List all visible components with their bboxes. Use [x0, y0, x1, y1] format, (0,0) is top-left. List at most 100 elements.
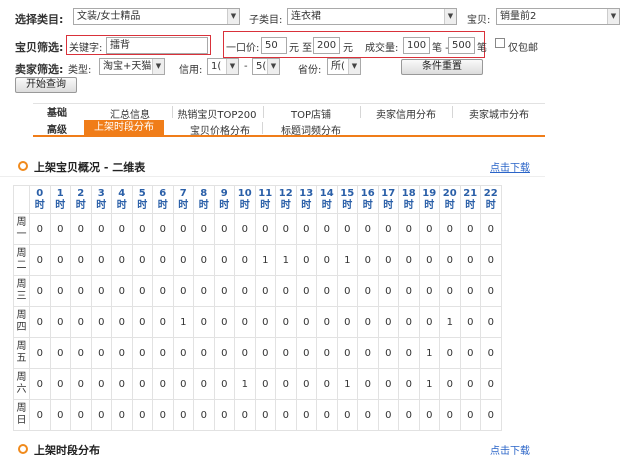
hour-number: 15	[340, 187, 355, 199]
hour-suffix: 时	[485, 199, 496, 211]
volume-to-label: 笔 -	[432, 43, 449, 54]
day-label: 周日	[13, 399, 30, 431]
table-cell: 0	[398, 244, 420, 276]
table-cell: 0	[234, 337, 256, 369]
credit-min-select[interactable]: 1( ▼	[207, 58, 239, 75]
tab-seller-credit[interactable]: 卖家信用分布	[362, 106, 450, 121]
table-cell: 0	[418, 213, 440, 245]
download-link[interactable]: 点击下载	[490, 442, 530, 455]
section-listing-table-header: 上架宝贝概况 - 二维表 点击下载	[0, 157, 545, 177]
tab-row-advanced-header: 高级	[47, 125, 67, 136]
hour-header: 15 时	[336, 185, 358, 214]
tab-summary[interactable]: 汇总信息	[90, 106, 170, 121]
table-cell: 0	[90, 368, 112, 400]
table-cell: 0	[111, 337, 133, 369]
day-label: 周二	[13, 244, 30, 276]
hour-suffix: 时	[280, 199, 291, 211]
table-cell: 0	[152, 368, 174, 400]
table-cell: 0	[152, 306, 174, 338]
item-label: 宝贝:	[467, 15, 491, 26]
price-max-value: 200	[317, 40, 337, 51]
table-cell: 0	[152, 213, 174, 245]
price-to-label: 元 至	[289, 43, 313, 54]
table-cell: 1	[418, 337, 440, 369]
volume-min-value: 100	[407, 40, 427, 51]
type-label: 类型:	[68, 65, 92, 76]
query-button[interactable]: 开始查询	[15, 77, 77, 93]
item-select[interactable]: 销量前2 ▼	[496, 8, 620, 25]
keyword-input[interactable]: 擂背	[106, 37, 208, 54]
table-cell: 1	[234, 368, 256, 400]
table-cell: 0	[459, 337, 481, 369]
table-cell: 0	[111, 275, 133, 307]
table-cell: 0	[418, 306, 440, 338]
province-select[interactable]: 所( ▼	[327, 58, 361, 75]
table-cell: 0	[439, 368, 461, 400]
table-cell: 0	[70, 306, 92, 338]
volume-min-input[interactable]: 100	[403, 37, 430, 54]
table-cell: 1	[439, 306, 461, 338]
hour-suffix: 时	[239, 199, 250, 211]
seller-filter-label: 卖家筛选:	[15, 63, 64, 76]
hour-number: 16	[360, 187, 375, 199]
table-row: 周二 0 0 0 0 0 0 0 0 0 0 0 1 1 0 0 1 0 0 0 0 0 0 0	[13, 244, 502, 276]
free-ship-checkbox[interactable]	[495, 38, 505, 48]
hour-suffix: 时	[260, 199, 271, 211]
price-unit-label: 元	[343, 43, 353, 54]
table-cell: 0	[398, 213, 420, 245]
hour-suffix: 时	[362, 199, 373, 211]
tab-hot-items[interactable]: 热销宝贝TOP200	[174, 106, 260, 121]
tab-top-shops[interactable]: TOP店铺	[265, 106, 357, 121]
item-value: 销量前2	[500, 11, 537, 22]
table-cell: 0	[418, 275, 440, 307]
table-cell: 0	[295, 399, 317, 431]
table-cell: 0	[193, 244, 215, 276]
hour-suffix: 时	[465, 199, 476, 211]
table-cell: 0	[357, 213, 379, 245]
table-cell: 0	[459, 399, 481, 431]
table-cell: 0	[418, 244, 440, 276]
tab-seller-city[interactable]: 卖家城市分布	[455, 106, 543, 121]
hour-suffix: 时	[96, 199, 107, 211]
download-link[interactable]: 点击下载	[490, 159, 530, 174]
table-cell: 0	[49, 306, 71, 338]
table-cell: 0	[439, 213, 461, 245]
hour-number: 17	[381, 187, 396, 199]
credit-max-value: 5(	[256, 61, 267, 72]
table-cell: 0	[439, 275, 461, 307]
tab-separator	[360, 106, 361, 118]
table-cell: 0	[111, 399, 133, 431]
volume-max-input[interactable]: 500	[448, 37, 475, 54]
section-listing-table-title: 上架宝贝概况 - 二维表	[34, 161, 146, 174]
table-cell: 0	[275, 213, 297, 245]
price-min-input[interactable]: 50	[261, 37, 287, 54]
table-cell: 0	[377, 368, 399, 400]
price-max-input[interactable]: 200	[313, 37, 340, 54]
hour-suffix: 时	[301, 199, 312, 211]
reset-button[interactable]: 条件重置	[401, 59, 483, 75]
subcategory-select[interactable]: 连衣裙 ▼	[287, 8, 457, 25]
hour-header: 13 时	[295, 185, 317, 214]
table-cell: 0	[131, 337, 153, 369]
hour-number: 14	[319, 187, 334, 199]
hour-suffix: 时	[198, 199, 209, 211]
table-row: 周一 0 0 0 0 0 0 0 0 0 0 0 0 0 0 0 0 0 0 0 0 0 0 0	[13, 213, 502, 245]
table-cell: 0	[152, 337, 174, 369]
table-cell: 0	[439, 399, 461, 431]
category-select[interactable]: 文装/女士精品 ▼	[73, 8, 240, 25]
table-cell: 0	[316, 306, 338, 338]
credit-max-select[interactable]: 5( ▼	[252, 58, 280, 75]
table-cell: 0	[111, 213, 133, 245]
hour-number: 11	[258, 187, 273, 199]
table-cell: 0	[459, 275, 481, 307]
type-select[interactable]: 淘宝+天猫 ▼	[99, 58, 165, 75]
table-cell: 0	[480, 399, 502, 431]
tab-listing-time[interactable]: 上架时段分布	[84, 120, 164, 135]
hour-suffix: 时	[383, 199, 394, 211]
table-row: 周五 0 0 0 0 0 0 0 0 0 0 0 0 0 0 0 0 0 0 0 1 0 0 0	[13, 337, 502, 369]
table-cell: 1	[172, 306, 194, 338]
table-cell: 0	[49, 244, 71, 276]
table-cell: 0	[49, 399, 71, 431]
category-value: 文装/女士精品	[77, 11, 141, 22]
table-cell: 1	[275, 244, 297, 276]
